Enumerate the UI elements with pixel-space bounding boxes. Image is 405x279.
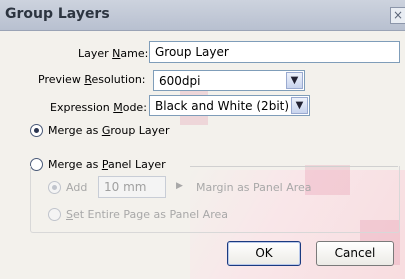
label-text: Expression bbox=[50, 101, 114, 114]
chevron-down-icon[interactable]: ▼ bbox=[291, 97, 308, 114]
label-text: roup Layer bbox=[110, 124, 170, 137]
expression-mode-label: Expression Mode: bbox=[50, 101, 147, 114]
layer-name-value: Group Layer bbox=[155, 45, 229, 59]
cancel-button[interactable]: Cancel bbox=[316, 241, 394, 266]
panel-options-box bbox=[30, 166, 400, 233]
label-mnemonic: M bbox=[113, 101, 123, 114]
margin-value: 10 mm bbox=[104, 180, 147, 194]
label-text: Preview bbox=[38, 73, 85, 86]
ok-button[interactable]: OK bbox=[227, 241, 301, 266]
add-label: Add bbox=[66, 181, 88, 194]
add-margin-radio[interactable] bbox=[48, 181, 61, 194]
label-text: ode: bbox=[122, 101, 147, 114]
layer-name-input[interactable]: Group Layer bbox=[149, 41, 400, 63]
dialog-title: Group Layers bbox=[5, 6, 110, 22]
triangle-right-icon[interactable]: ▶ bbox=[176, 181, 183, 191]
merge-group-radio[interactable] bbox=[30, 124, 43, 137]
margin-label: Margin as Panel Area bbox=[196, 181, 312, 194]
expression-mode-value: Black and White (2bit) bbox=[155, 99, 290, 113]
margin-input[interactable]: 10 mm bbox=[98, 176, 166, 198]
label-mnemonic: S bbox=[66, 208, 73, 221]
preview-resolution-select[interactable]: 600dpi ▼ bbox=[153, 70, 305, 91]
entire-page-radio[interactable] bbox=[48, 208, 61, 221]
label-text: Merge as bbox=[48, 124, 102, 137]
close-icon[interactable]: × bbox=[390, 7, 405, 24]
preview-resolution-value: 600dpi bbox=[159, 74, 201, 88]
preview-resolution-label: Preview Resolution: bbox=[38, 73, 146, 86]
merge-group-label[interactable]: Merge as Group Layer bbox=[48, 124, 169, 137]
label-text: esolution: bbox=[91, 73, 146, 86]
expression-mode-select[interactable]: Black and White (2bit) ▼ bbox=[149, 95, 310, 116]
label-text: Layer bbox=[78, 47, 113, 60]
title-bar: Group Layers × bbox=[0, 0, 405, 31]
label-text: ame: bbox=[120, 47, 149, 60]
chevron-down-icon[interactable]: ▼ bbox=[286, 72, 303, 89]
entire-page-label: Set Entire Page as Panel Area bbox=[66, 208, 228, 221]
label-text: et Entire Page as Panel Area bbox=[72, 208, 228, 221]
layer-name-label: Layer Name: bbox=[78, 47, 148, 60]
